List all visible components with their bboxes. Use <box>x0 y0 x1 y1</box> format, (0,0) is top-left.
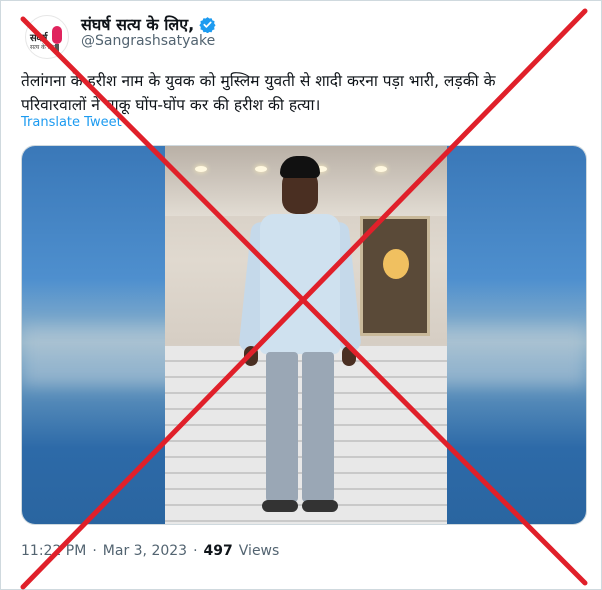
tweet-text: तेलांगना के हरीश नाम के युवक को मुस्लिम … <box>21 69 581 117</box>
meta-separator: · <box>92 543 97 559</box>
verified-badge-icon <box>199 16 216 33</box>
avatar[interactable]: संघर्ष सत्य के लिए <box>25 15 69 59</box>
tweet-card: संघर्ष सत्य के लिए संघर्ष सत्य के लिए, @… <box>0 0 602 590</box>
avatar-logo-text: संघर्ष <box>30 33 47 44</box>
doorway <box>360 216 430 336</box>
tweet-meta: 11:22 PM · Mar 3, 2023 · 497 Views <box>21 543 279 559</box>
meta-separator: · <box>193 543 198 559</box>
tweet-header: संघर्ष सत्य के लिए संघर्ष सत्य के लिए, @… <box>21 11 581 59</box>
tweet-text-line-1: तेलांगना के हरीश नाम के युवक को मुस्लिम … <box>21 72 496 90</box>
name-row: संघर्ष सत्य के लिए, <box>81 13 216 35</box>
display-name[interactable]: संघर्ष सत्य के लिए, <box>81 13 194 35</box>
views-label: Views <box>238 543 280 559</box>
standing-man <box>238 156 362 516</box>
avatar-logo-subtext: सत्य के लिए <box>30 44 57 51</box>
tweet-text-line-2: परिवारवालों ने चाकू घोंप-घोंप कर की हरीश… <box>21 96 321 114</box>
tweet-media-image[interactable] <box>21 145 587 525</box>
microphone-icon <box>52 26 62 52</box>
user-handle[interactable]: @Sangrashsatyake <box>81 33 215 49</box>
photo-of-man <box>165 146 447 524</box>
tweet-date[interactable]: Mar 3, 2023 <box>103 543 187 559</box>
tweet-time[interactable]: 11:22 PM <box>21 543 86 559</box>
translate-tweet-link[interactable]: Translate Tweet <box>21 115 122 130</box>
views-count: 497 <box>203 543 233 559</box>
